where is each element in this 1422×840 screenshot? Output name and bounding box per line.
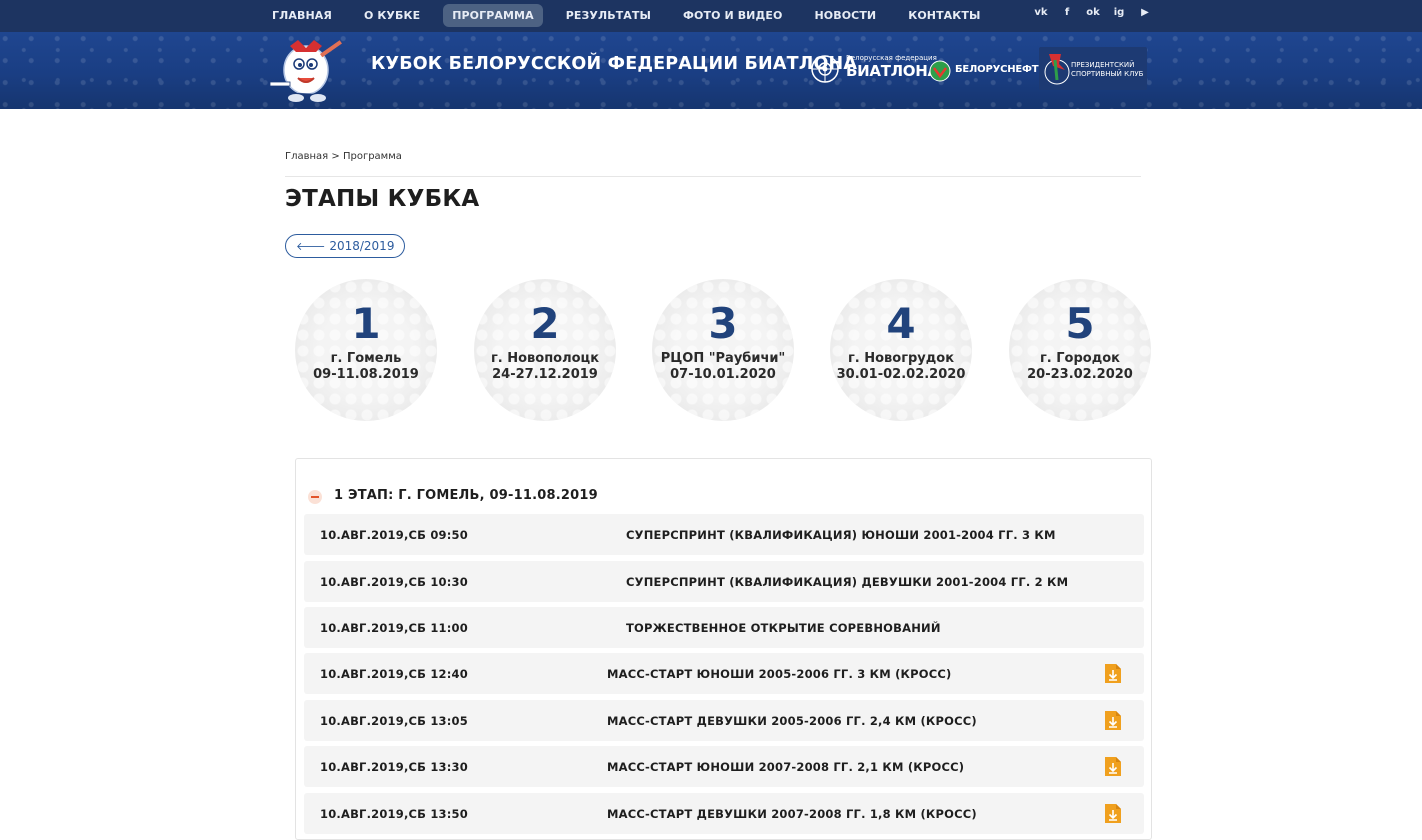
mascot-logo-icon[interactable] — [268, 36, 348, 104]
stage-number: 1 — [351, 299, 381, 348]
youtube-icon[interactable]: ▶ — [1136, 6, 1154, 20]
biathlon-federation-emblem-icon — [811, 55, 839, 83]
arrow-left-icon: 🡐 — [296, 240, 326, 253]
stage-city: г. Городок — [1040, 351, 1120, 366]
stage-number: 4 — [886, 299, 916, 348]
schedule-row: 10.АВГ.2019,СБ 13:05 МАСС-СТАРТ ДЕВУШКИ … — [304, 700, 1144, 741]
stage-circle-2[interactable]: 2 г. Новополоцк 24-27.12.2019 — [474, 279, 616, 421]
schedule-row-time: 10.АВГ.2019,СБ 10:30 — [320, 575, 468, 589]
stages-list: 1 г. Гомель 09-11.08.2019 2 г. Новополоц… — [295, 279, 1155, 421]
schedule-row: 10.АВГ.2019,СБ 13:30 МАСС-СТАРТ ЮНОШИ 20… — [304, 746, 1144, 787]
breadcrumb-divider — [285, 176, 1141, 177]
schedule-row-event: МАСС-СТАРТ ЮНОШИ 2005-2006 ГГ. 3 КМ (КРО… — [607, 667, 952, 681]
presidential-sports-club-text: ПРЕЗИДЕНТСКИЙ СПОРТИВНЫЙ КЛУБ — [1071, 61, 1143, 79]
schedule-row-event: МАСС-СТАРТ ДЕВУШКИ 2005-2006 ГГ. 2,4 КМ … — [607, 714, 977, 728]
schedule-row: 10.АВГ.2019,СБ 10:30 СУПЕРСПРИНТ (КВАЛИФ… — [304, 561, 1144, 602]
biathlon-federation-text: Белорусская федерация БИАТЛОНА — [846, 54, 939, 80]
schedule-row-time: 10.АВГ.2019,СБ 09:50 — [320, 528, 468, 542]
stage-city: РЦОП "Раубичи" — [660, 351, 786, 366]
schedule-row-time: 10.АВГ.2019,СБ 12:40 — [320, 667, 468, 681]
nav-item-home[interactable]: ГЛАВНАЯ — [263, 4, 341, 27]
belorusneft-logo[interactable]: БЕЛОРУСНЕФТЬ — [929, 60, 1046, 82]
page-title: ЭТАПЫ КУБКА — [285, 186, 480, 212]
collapse-minus-icon[interactable] — [308, 490, 322, 504]
presidential-sports-club-logo[interactable]: ПРЕЗИДЕНТСКИЙ СПОРТИВНЫЙ КЛУБ — [1039, 47, 1147, 90]
breadcrumb-home-link[interactable]: Главная — [285, 151, 328, 162]
stage-number: 5 — [1065, 299, 1095, 348]
nav-item-contacts[interactable]: КОНТАКТЫ — [899, 4, 989, 27]
schedule-row-time: 10.АВГ.2019,СБ 11:00 — [320, 621, 468, 635]
stage-dates: 30.01-02.02.2020 — [836, 367, 966, 382]
stage-circle-3[interactable]: 3 РЦОП "Раубичи" 07-10.01.2020 — [652, 279, 794, 421]
stage-dates: 09-11.08.2019 — [313, 367, 419, 382]
facebook-icon[interactable]: f — [1058, 6, 1076, 20]
download-document-icon[interactable] — [1104, 710, 1122, 731]
stage-circle-1[interactable]: 1 г. Гомель 09-11.08.2019 — [295, 279, 437, 421]
site-title[interactable]: КУБОК БЕЛОРУССКОЙ ФЕДЕРАЦИИ БИАТЛОНА — [371, 54, 857, 74]
schedule-row-event: СУПЕРСПРИНТ (КВАЛИФИКАЦИЯ) ЮНОШИ 2001-20… — [626, 528, 1056, 542]
stage-dates: 07-10.01.2020 — [670, 367, 776, 382]
biathlon-federation-big-label: БИАТЛОНА — [846, 62, 939, 80]
download-document-icon[interactable] — [1104, 663, 1122, 684]
schedule-row: 10.АВГ.2019,СБ 12:40 МАСС-СТАРТ ЮНОШИ 20… — [304, 653, 1144, 694]
schedule-row-event: МАСС-СТАРТ ЮНОШИ 2007-2008 ГГ. 2,1 КМ (К… — [607, 760, 965, 774]
presidential-sports-club-line2: СПОРТИВНЫЙ КЛУБ — [1071, 70, 1144, 78]
stage-schedule-panel: 1 ЭТАП: Г. ГОМЕЛЬ, 09-11.08.2019 10.АВГ.… — [295, 458, 1152, 840]
stage-dates: 20-23.02.2020 — [1027, 367, 1133, 382]
download-document-icon[interactable] — [1104, 803, 1122, 824]
belorusneft-emblem-icon — [929, 60, 951, 82]
nav-item-program[interactable]: ПРОГРАММА — [443, 4, 543, 27]
presidential-sports-club-emblem-icon — [1044, 54, 1070, 85]
biathlon-federation-small-label: Белорусская федерация — [846, 54, 937, 62]
schedule-row-event: СУПЕРСПРИНТ (КВАЛИФИКАЦИЯ) ДЕВУШКИ 2001-… — [626, 575, 1069, 589]
stage-number: 2 — [530, 299, 560, 348]
social-links: vk f ok ig ▶ — [1032, 6, 1154, 20]
presidential-sports-club-line1: ПРЕЗИДЕНТСКИЙ — [1071, 61, 1135, 69]
download-document-icon[interactable] — [1104, 756, 1122, 777]
belorusneft-label: БЕЛОРУСНЕФТЬ — [955, 64, 1046, 75]
breadcrumb: Главная > Программа — [285, 151, 402, 162]
instagram-icon[interactable]: ig — [1110, 6, 1128, 20]
stage-number: 3 — [708, 299, 738, 348]
breadcrumb-separator: > — [331, 151, 340, 162]
schedule-row: 10.АВГ.2019,СБ 09:50 СУПЕРСПРИНТ (КВАЛИФ… — [304, 514, 1144, 555]
stage-city: г. Новополоцк — [490, 351, 600, 366]
schedule-row: 10.АВГ.2019,СБ 13:50 МАСС-СТАРТ ДЕВУШКИ … — [304, 793, 1144, 834]
stage-city: г. Новогрудок — [847, 351, 955, 366]
nav-item-news[interactable]: НОВОСТИ — [805, 4, 885, 27]
nav-item-about[interactable]: О КУБКЕ — [355, 4, 429, 27]
previous-season-button[interactable]: 🡐 2018/2019 — [285, 234, 406, 258]
stage-circle-5[interactable]: 5 г. Городок 20-23.02.2020 — [1009, 279, 1151, 421]
nav-item-photo-video[interactable]: ФОТО И ВИДЕО — [674, 4, 791, 27]
schedule-row-time: 10.АВГ.2019,СБ 13:05 — [320, 714, 468, 728]
schedule-row: 10.АВГ.2019,СБ 11:00 ТОРЖЕСТВЕННОЕ ОТКРЫ… — [304, 607, 1144, 648]
schedule-row-time: 10.АВГ.2019,СБ 13:50 — [320, 807, 468, 821]
schedule-row-event: ТОРЖЕСТВЕННОЕ ОТКРЫТИЕ СОРЕВНОВАНИЙ — [626, 621, 941, 635]
previous-season-label: 2018/2019 — [329, 239, 395, 253]
nav-item-results[interactable]: РЕЗУЛЬТАТЫ — [557, 4, 660, 27]
top-navigation-bar: ГЛАВНАЯ О КУБКЕ ПРОГРАММА РЕЗУЛЬТАТЫ ФОТ… — [0, 0, 1422, 32]
vk-icon[interactable]: vk — [1032, 6, 1050, 20]
biathlon-federation-logo[interactable]: Белорусская федерация БИАТЛОНА — [810, 54, 939, 86]
breadcrumb-current: Программа — [342, 151, 402, 162]
stage-city: г. Гомель — [330, 351, 402, 366]
stage-dates: 24-27.12.2019 — [492, 367, 598, 382]
schedule-row-event: МАСС-СТАРТ ДЕВУШКИ 2007-2008 ГГ. 1,8 КМ … — [607, 807, 977, 821]
main-nav: ГЛАВНАЯ О КУБКЕ ПРОГРАММА РЕЗУЛЬТАТЫ ФОТ… — [263, 4, 1004, 27]
schedule-row-time: 10.АВГ.2019,СБ 13:30 — [320, 760, 468, 774]
stage-circle-4[interactable]: 4 г. Новогрудок 30.01-02.02.2020 — [830, 279, 972, 421]
stage-schedule-title: 1 ЭТАП: Г. ГОМЕЛЬ, 09-11.08.2019 — [334, 488, 598, 503]
odnoklassniki-icon[interactable]: ok — [1084, 6, 1102, 20]
